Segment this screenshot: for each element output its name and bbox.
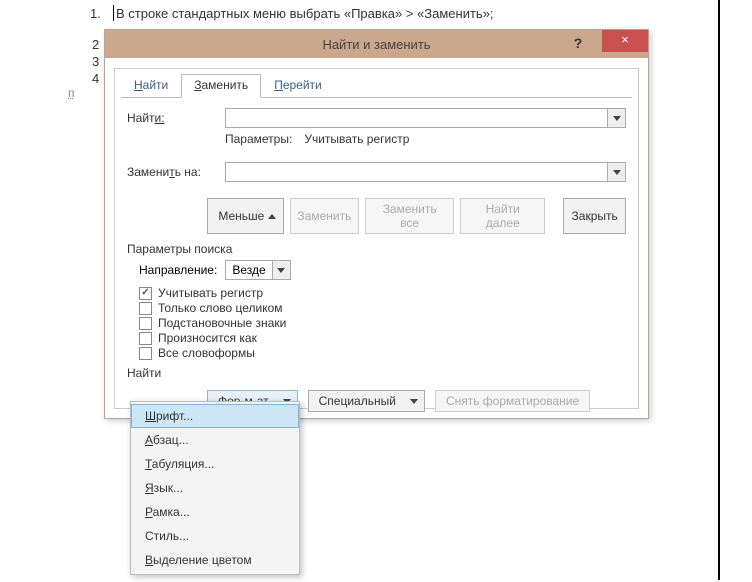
replace-label: Заменить на: xyxy=(127,165,225,179)
whole-word-label: Только слово целиком xyxy=(158,301,283,315)
search-params-title: Параметры поиска xyxy=(127,242,626,256)
dropdown-button[interactable] xyxy=(607,109,625,127)
sounds-like-label: Произносится как xyxy=(158,331,257,345)
replace-button: Заменить xyxy=(290,198,360,234)
close-dialog-button[interactable]: Закрыть xyxy=(563,198,626,234)
menu-item-font[interactable]: Шрифт... xyxy=(131,404,299,428)
menu-item-tabs[interactable]: Табуляция... xyxy=(131,452,299,476)
sounds-like-checkbox[interactable] xyxy=(139,332,152,345)
less-options-button[interactable]: Меньше xyxy=(207,198,284,234)
chevron-down-icon xyxy=(410,399,418,404)
help-button[interactable]: ? xyxy=(564,32,592,54)
direction-value: Везде xyxy=(226,263,271,277)
dropdown-button[interactable] xyxy=(607,163,625,181)
menu-item-style[interactable]: Стиль... xyxy=(131,524,299,548)
replace-input-combo[interactable] xyxy=(225,162,626,182)
chevron-down-icon xyxy=(277,268,285,273)
wildcards-checkbox[interactable] xyxy=(139,317,152,330)
word-forms-checkbox[interactable] xyxy=(139,347,152,360)
special-button[interactable]: Специальный xyxy=(308,390,425,412)
list-number: 2 xyxy=(92,36,99,53)
menu-item-language[interactable]: Язык... xyxy=(131,476,299,500)
wildcards-label: Подстановочные знаки xyxy=(158,316,286,330)
text-cursor xyxy=(113,5,114,21)
close-button[interactable]: × xyxy=(602,30,648,52)
dropdown-button[interactable] xyxy=(272,261,290,279)
direction-label: Направление: xyxy=(139,263,217,277)
tab-find[interactable]: Найти xyxy=(121,74,181,98)
match-case-checkbox[interactable] xyxy=(139,287,152,300)
find-params-summary: Параметры: Учитывать регистр xyxy=(225,132,626,146)
chevron-down-icon xyxy=(613,116,621,121)
menu-item-highlight[interactable]: Выделение цветом xyxy=(131,548,299,572)
tab-replace[interactable]: Заменить xyxy=(181,74,261,98)
find-replace-dialog: Найти и заменить ? × Найти Заменить Пере… xyxy=(104,29,649,419)
find-input-combo[interactable] xyxy=(225,108,626,128)
direction-select[interactable]: Везде xyxy=(225,260,290,280)
format-dropdown-menu: Шрифт... Абзац... Табуляция... Язык... Р… xyxy=(130,401,300,575)
chevron-up-icon xyxy=(268,214,276,219)
replace-all-button: Заменить все xyxy=(365,198,454,234)
doc-text: В строке стандартных меню выбрать «Правк… xyxy=(116,6,494,21)
find-next-button: Найти далее xyxy=(460,198,545,234)
find-section-title: Найти xyxy=(127,366,626,380)
replace-input[interactable] xyxy=(226,163,607,181)
list-number: 3 xyxy=(92,53,99,70)
chevron-down-icon xyxy=(613,170,621,175)
word-forms-label: Все словоформы xyxy=(158,346,255,360)
tab-strip: Найти Заменить Перейти xyxy=(121,73,638,97)
match-case-label: Учитывать регистр xyxy=(158,286,263,300)
list-number: 4 xyxy=(92,70,99,87)
find-label: Найти: xyxy=(127,111,225,125)
list-numbers: 2 3 4 xyxy=(92,36,99,87)
dialog-titlebar[interactable]: Найти и заменить ? × xyxy=(105,30,648,58)
doc-text-line: 1. В строке стандартных меню выбрать «Пр… xyxy=(116,6,494,21)
margin-mark: п xyxy=(68,86,75,100)
tab-goto[interactable]: Перейти xyxy=(261,74,335,98)
find-input[interactable] xyxy=(226,109,607,127)
whole-word-checkbox[interactable] xyxy=(139,302,152,315)
menu-item-paragraph[interactable]: Абзац... xyxy=(131,428,299,452)
menu-item-frame[interactable]: Рамка... xyxy=(131,500,299,524)
list-number: 1. xyxy=(90,6,101,21)
clear-formatting-button: Снять форматирование xyxy=(435,390,590,412)
dialog-body: Найти Заменить Перейти Найти: Параметры:… xyxy=(114,68,639,409)
